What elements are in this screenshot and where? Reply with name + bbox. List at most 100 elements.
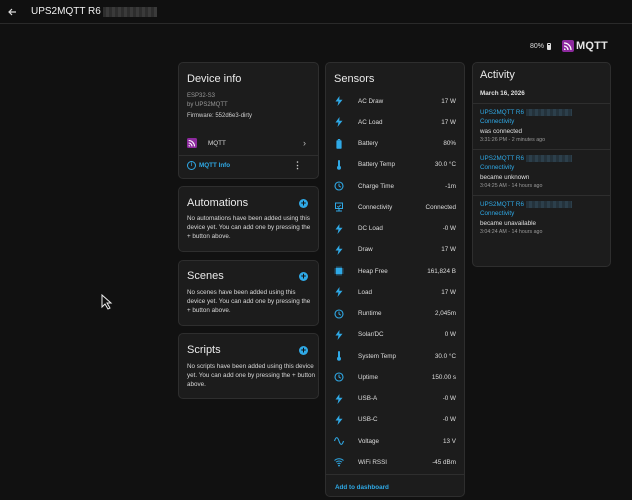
mqtt-info-button[interactable]: i MQTT Info <box>187 161 230 170</box>
top-bar: UPS2MQTT R6 <box>0 0 632 24</box>
sensor-label: Draw <box>358 246 373 254</box>
activity-time: 3:04:24 AM - 14 hours ago <box>480 229 543 235</box>
sensors-card: Sensors AC Draw 17 W AC Load 17 W Battery 80%… <box>325 62 465 497</box>
sensor-row[interactable]: Solar/DC 0 W <box>332 328 458 342</box>
sensor-label: USB-A <box>358 395 378 402</box>
sensor-row[interactable]: DC Load -0 W <box>332 222 458 236</box>
back-arrow-icon[interactable] <box>5 5 19 19</box>
clock-icon <box>334 181 344 191</box>
sensor-value: 17 W <box>441 97 456 105</box>
redacted-area <box>102 6 157 17</box>
scripts-empty-text: No scripts have been added using this de… <box>187 363 315 388</box>
sensor-label: Voltage <box>358 437 380 445</box>
sensor-label: WiFi RSSI <box>358 458 388 466</box>
sensor-row[interactable]: WiFi RSSI -45 dBm <box>332 455 458 469</box>
sensor-value: -0 W <box>442 395 456 402</box>
device-info-card: Device info ESP32-S3 by UPS2MQTT Firmwar… <box>178 62 319 179</box>
divider <box>179 155 318 156</box>
flash-icon <box>334 414 344 425</box>
brand-area: 80% MQTT <box>530 40 608 52</box>
sensor-row[interactable]: Battery 80% <box>332 137 458 151</box>
sensor-row[interactable]: Battery Temp 30.0 °C <box>332 158 458 172</box>
sensor-value: -1m <box>445 182 456 190</box>
sensor-value: -45 dBm <box>432 458 456 466</box>
flash-icon <box>334 329 344 340</box>
mqtt-integration-row[interactable]: MQTT › <box>179 135 318 151</box>
sensor-row[interactable]: USB-C -0 W <box>332 413 458 427</box>
activity-title: Activity <box>480 69 515 81</box>
sensor-row[interactable]: System Temp 30.0 °C <box>332 349 458 363</box>
activity-device-name: UPS2MQTT R6 <box>480 109 524 116</box>
scenes-title: Scenes <box>187 270 224 282</box>
activity-time: 3:04:25 AM - 14 hours ago <box>480 183 543 189</box>
activity-entity-link[interactable]: Connectivity <box>480 118 514 125</box>
sensor-row[interactable]: Heap Free 161,824 B <box>332 264 458 278</box>
sensor-value: 2,045m <box>434 310 456 317</box>
flash-icon <box>334 287 344 298</box>
sensor-row[interactable]: AC Load 17 W <box>332 115 458 129</box>
automations-card: Automations + No automations have been a… <box>178 186 319 252</box>
sensor-value: 161,824 B <box>427 267 456 275</box>
sensor-label: AC Load <box>358 118 383 126</box>
redacted-area <box>525 201 572 208</box>
activity-event: became unavailable <box>480 220 537 227</box>
activity-entity-link[interactable]: Connectivity <box>480 210 514 217</box>
sensor-row[interactable]: Load 17 W <box>332 285 458 299</box>
divider <box>326 474 464 475</box>
sensor-row[interactable]: AC Draw 17 W <box>332 94 458 108</box>
add-automation-button[interactable]: + <box>299 199 308 208</box>
page-title-text: UPS2MQTT R6 <box>31 6 101 17</box>
sensor-label: USB-C <box>358 416 378 424</box>
sensor-value: 30.0 °C <box>434 161 456 169</box>
add-to-dashboard-button[interactable]: Add to dashboard <box>335 484 389 491</box>
sensor-row[interactable]: Draw 17 W <box>332 243 458 257</box>
sensor-value: 150.00 s <box>431 373 456 381</box>
activity-device-link[interactable]: UPS2MQTT R6 <box>480 155 572 162</box>
activity-time: 3:31:26 PM - 2 minutes ago <box>480 137 546 143</box>
sensors-title: Sensors <box>334 73 375 85</box>
sensor-value: 17 W <box>441 246 456 254</box>
info-icon: i <box>187 161 196 170</box>
activity-device-link[interactable]: UPS2MQTT R6 <box>480 201 572 208</box>
activity-date: March 16, 2026 <box>480 90 525 97</box>
device-manufacturer: by UPS2MQTT <box>187 102 228 108</box>
sensor-label: Charge Time <box>358 182 395 190</box>
more-options-icon[interactable]: ⋮ <box>293 160 302 171</box>
sensor-row[interactable]: Uptime 150.00 s <box>332 370 458 384</box>
flash-icon <box>334 117 344 128</box>
sensor-label: Solar/DC <box>358 331 384 339</box>
add-scene-button[interactable]: + <box>299 272 308 281</box>
memory-icon <box>334 266 344 276</box>
page-title: UPS2MQTT R6 <box>31 6 157 17</box>
sensor-row[interactable]: Runtime 2,045m <box>332 307 458 321</box>
sensor-row[interactable]: Voltage 13 V <box>332 434 458 448</box>
mqtt-integration-label: MQTT <box>208 139 226 147</box>
sensor-value: 17 W <box>441 288 456 296</box>
sensor-value: 17 W <box>441 118 456 126</box>
sensor-label: Heap Free <box>358 267 388 275</box>
sensor-row[interactable]: Charge Time -1m <box>332 179 458 193</box>
sensor-value: 30.0 °C <box>434 352 456 360</box>
sensor-value: 13 V <box>443 437 456 445</box>
flash-icon <box>334 96 344 106</box>
activity-item: UPS2MQTT R6 Connectivity was connected 3:31… <box>473 103 610 150</box>
activity-entity-link[interactable]: Connectivity <box>480 164 514 171</box>
sensor-label: AC Draw <box>358 97 384 105</box>
activity-event: became unknown <box>480 174 530 181</box>
battery-icon <box>547 42 552 50</box>
wifi-icon <box>334 457 344 467</box>
mqtt-info-label: MQTT Info <box>199 162 231 169</box>
clock-icon <box>334 372 344 382</box>
activity-device-link[interactable]: UPS2MQTT R6 <box>480 109 572 116</box>
activity-item: UPS2MQTT R6 Connectivity became unavailabl… <box>473 195 610 242</box>
sensor-value: -0 W <box>442 416 456 424</box>
sensor-value: 80% <box>443 140 456 147</box>
sensor-row[interactable]: Connectivity Connected <box>332 200 458 214</box>
device-info-title: Device info <box>187 73 242 85</box>
mqtt-logo: MQTT <box>562 40 608 52</box>
device-model: ESP32-S3 <box>187 93 216 99</box>
sensor-label: System Temp <box>358 352 397 360</box>
battery-icon <box>334 138 344 149</box>
add-script-button[interactable]: + <box>299 346 308 355</box>
sensor-row[interactable]: USB-A -0 W <box>332 392 458 406</box>
